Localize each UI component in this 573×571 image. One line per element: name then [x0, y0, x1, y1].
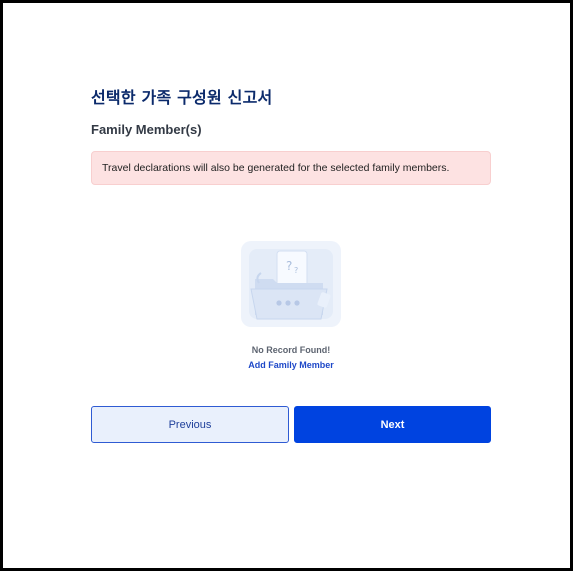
previous-button[interactable]: Previous — [91, 406, 289, 443]
no-record-text: No Record Found! — [251, 345, 331, 355]
page-frame: 선택한 가족 구성원 신고서 Family Member(s) Travel d… — [0, 0, 573, 571]
add-family-member-link[interactable]: Add Family Member — [248, 360, 334, 370]
empty-folder-icon: ? ? — [241, 241, 341, 327]
svg-text:?: ? — [286, 259, 292, 273]
svg-text:?: ? — [294, 266, 298, 275]
empty-state: ? ? No Record Found! Add Family Member — [91, 239, 491, 370]
page-title: 선택한 가족 구성원 신고서 — [91, 88, 273, 107]
info-alert: Travel declarations will also be generat… — [91, 151, 491, 185]
alert-message: Travel declarations will also be generat… — [102, 162, 450, 174]
action-buttons: Previous Next — [91, 406, 491, 443]
main-content: 선택한 가족 구성원 신고서 Family Member(s) Travel d… — [91, 85, 491, 185]
section-title: Family Member(s) — [91, 122, 202, 137]
next-button[interactable]: Next — [294, 406, 491, 443]
